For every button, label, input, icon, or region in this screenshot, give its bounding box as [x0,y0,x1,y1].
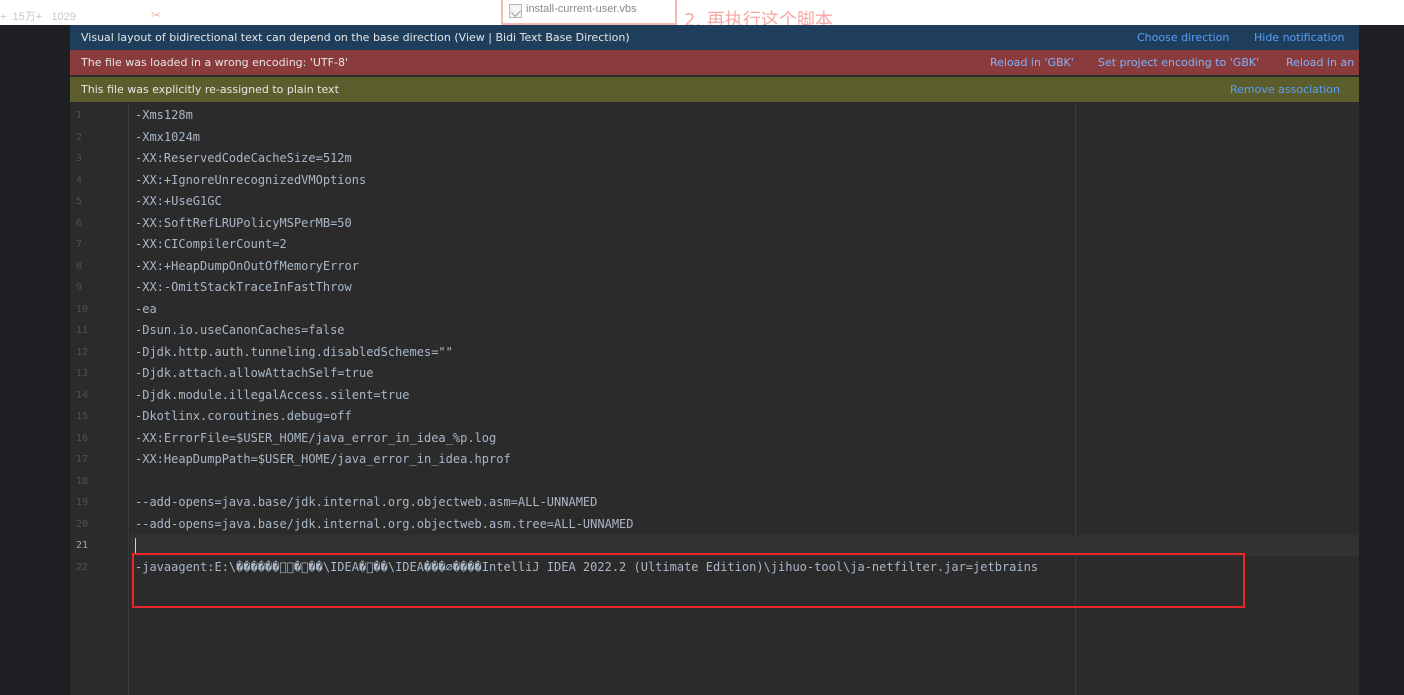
plain-text-notification-message: This file was explicitly re-assigned to … [81,83,339,96]
line-number: 9 [76,282,83,293]
code-line[interactable]: -Xms128m [135,105,193,127]
text-caret [135,538,136,554]
code-line[interactable]: -XX:+IgnoreUnrecognizedVMOptions [135,170,366,192]
line-number-gutter: 1 2 3 4 5 6 7 8 9 10 11 12 13 14 15 16 17 18 19 20 21 22 [70,102,129,695]
code-line[interactable]: -XX:HeapDumpPath=$USER_HOME/java_error_i… [135,449,511,471]
line-number: 15 [76,411,89,422]
code-line[interactable]: -Djdk.attach.allowAttachSelf=true [135,363,373,385]
code-line[interactable]: -XX:+HeapDumpOnOutOfMemoryError [135,256,359,278]
left-dark-area [0,25,70,695]
code-line[interactable]: -XX:+UseG1GC [135,191,222,213]
line-number: 8 [76,260,83,272]
hide-notification-link[interactable]: Hide notification [1254,25,1344,50]
code-line[interactable]: -Dkotlinx.coroutines.debug=off [135,406,352,428]
line-number: 20 [76,518,89,530]
article-top-strip: + 15万+ 1029 ✂ install-current-user.vbs 2… [0,0,1404,31]
article-stats: + 15万+ 1029 [0,11,76,23]
annotation-highlight-box [132,553,1245,608]
code-line[interactable]: --add-opens=java.base/jdk.internal.org.o… [135,514,634,536]
code-line[interactable]: -Djdk.http.auth.tunneling.disabledScheme… [135,342,453,364]
bidi-notification-message: Visual layout of bidirectional text can … [81,31,630,44]
code-line[interactable]: --add-opens=java.base/jdk.internal.org.o… [135,492,597,514]
line-number: 21 [76,540,89,551]
code-line[interactable]: -XX:ReservedCodeCacheSize=512m [135,148,352,170]
line-number: 14 [76,389,89,401]
reload-in-another-link[interactable]: Reload in an [1286,50,1354,75]
bidi-notification: Visual layout of bidirectional text can … [70,25,1359,50]
encoding-notification: The file was loaded in a wrong encoding:… [70,50,1359,75]
line-number: 6 [76,217,83,229]
right-dark-area [1359,25,1404,695]
file-tab[interactable]: install-current-user.vbs [501,0,677,25]
code-line[interactable]: -XX:ErrorFile=$USER_HOME/java_error_in_i… [135,428,496,450]
line-number: 11 [76,325,89,336]
line-number: 16 [76,432,89,444]
choose-direction-link[interactable]: Choose direction [1137,25,1229,50]
line-number: 3 [76,153,83,164]
code-line[interactable]: -XX:SoftRefLRUPolicyMSPerMB=50 [135,213,352,235]
line-number: 7 [76,239,83,250]
file-tab-name: install-current-user.vbs [526,3,637,15]
line-number: 2 [76,131,83,143]
code-line[interactable]: -XX:-OmitStackTraceInFastThrow [135,277,352,299]
line-number: 13 [76,368,89,379]
line-number: 18 [76,475,89,487]
line-number: 5 [76,196,83,207]
code-line[interactable]: -Dsun.io.useCanonCaches=false [135,320,345,342]
encoding-notification-message: The file was loaded in a wrong encoding:… [81,56,348,69]
script-file-icon [509,4,522,18]
remove-association-link[interactable]: Remove association [1230,77,1340,102]
code-line[interactable]: -Djdk.module.illegalAccess.silent=true [135,385,410,407]
code-line[interactable]: -XX:CICompilerCount=2 [135,234,287,256]
code-line[interactable]: -Xmx1024m [135,127,200,149]
line-number: 19 [76,497,89,508]
line-number: 4 [76,174,83,186]
line-number: 17 [76,454,89,465]
code-line[interactable]: -ea [135,299,157,321]
favorite-icon[interactable]: ✂ [151,8,161,22]
line-number: 22 [76,561,89,573]
line-number: 12 [76,346,89,358]
line-number: 10 [76,303,89,315]
line-number: 1 [76,110,83,121]
plain-text-notification: This file was explicitly re-assigned to … [70,77,1359,102]
reload-gbk-link[interactable]: Reload in 'GBK' [990,50,1074,75]
set-project-encoding-link[interactable]: Set project encoding to 'GBK' [1098,50,1259,75]
